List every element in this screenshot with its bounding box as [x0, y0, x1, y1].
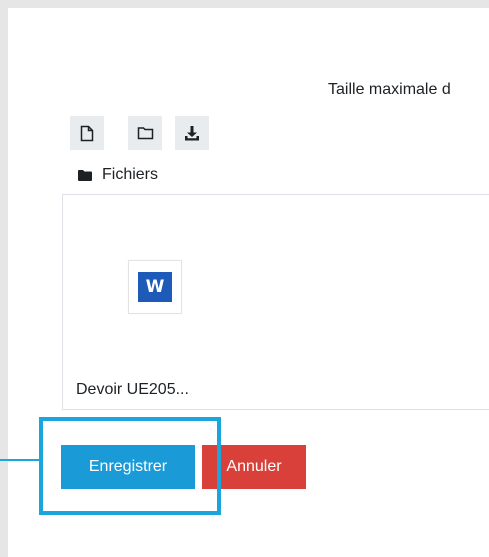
- folder-label: Fichiers: [102, 166, 159, 183]
- file-icon: [80, 125, 94, 142]
- word-document-icon: W: [138, 272, 172, 302]
- add-file-button[interactable]: [70, 116, 104, 150]
- current-folder-path[interactable]: Fichiers: [78, 166, 158, 184]
- callout-line: [0, 459, 41, 461]
- file-item[interactable]: W: [128, 260, 182, 314]
- download-all-button[interactable]: [175, 116, 209, 150]
- create-folder-button[interactable]: [128, 116, 162, 150]
- file-area: W Devoir UE205...: [62, 194, 489, 410]
- folder-icon: [137, 126, 154, 140]
- folder-icon: [78, 169, 92, 181]
- highlight-frame: [39, 417, 221, 515]
- max-file-size-label: Taille maximale d: [328, 81, 451, 98]
- file-name[interactable]: Devoir UE205...: [76, 381, 189, 399]
- download-icon: [184, 125, 200, 142]
